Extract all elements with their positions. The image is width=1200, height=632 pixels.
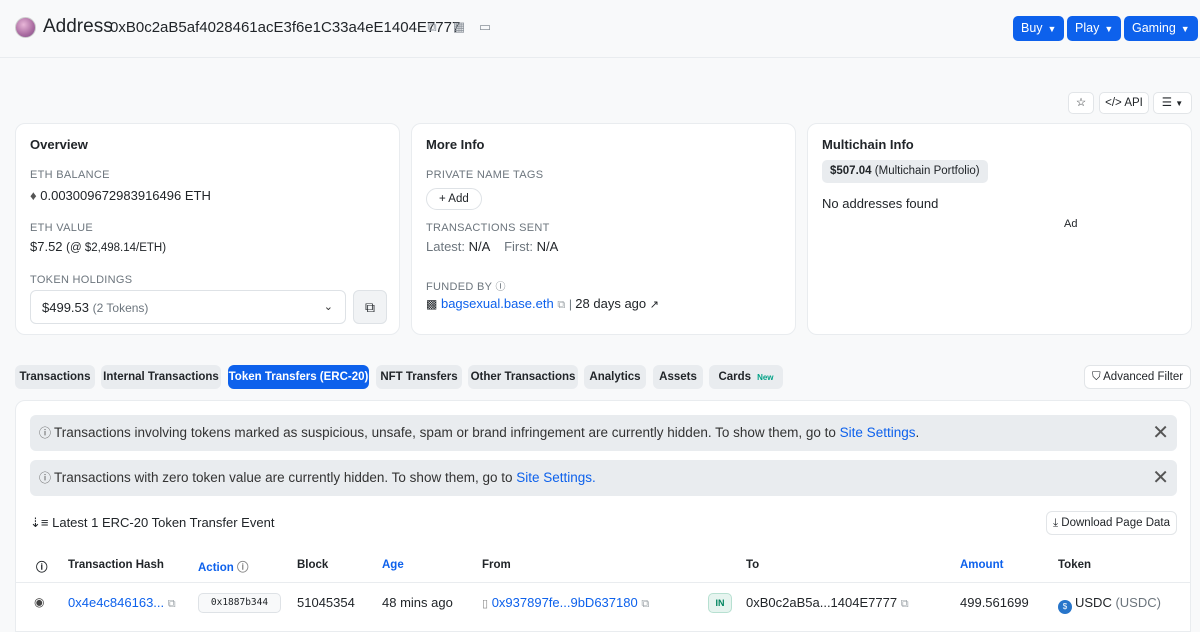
star-button[interactable]: ☆: [1068, 92, 1094, 114]
help-icon: ⓘ: [495, 282, 506, 293]
col-token: Token: [1058, 559, 1092, 571]
eth-balance-label: ETH BALANCE: [30, 169, 110, 181]
copy-icon[interactable]: ⧉: [641, 598, 649, 610]
eth-icon: ♦: [30, 188, 41, 203]
tab-assets[interactable]: Assets: [653, 365, 703, 389]
private-name-tags-label: PRIVATE NAME TAGS: [426, 169, 544, 181]
eth-value: $7.52 (@ $2,498.14/ETH): [30, 239, 167, 254]
site-settings-link[interactable]: Site Settings: [840, 425, 916, 440]
table-row-block[interactable]: 51045354: [297, 595, 355, 610]
list-icon: ☰: [1161, 97, 1173, 109]
col-from: From: [482, 559, 511, 571]
download-icon: ⤓: [1053, 517, 1059, 529]
sort-icon[interactable]: ⇣≡: [30, 515, 48, 530]
contract-icon: ▯: [482, 598, 489, 610]
info-icon: ⓘ: [39, 426, 52, 440]
download-page-data-button[interactable]: ⤓ Download Page Data: [1046, 511, 1177, 535]
overview-card: Overview ETH BALANCE ♦ 0.003009672983916…: [15, 123, 400, 335]
wallet-icon: ⧉: [365, 299, 375, 315]
transactions-sent-values: Latest: N/A First: N/A: [426, 239, 559, 254]
token-transfers-panel: ⓘ Transactions involving tokens marked a…: [15, 400, 1191, 632]
funded-by-label: FUNDED BY ⓘ: [426, 281, 506, 293]
filter-icon: ⛉: [1091, 371, 1101, 383]
token-holdings-label: TOKEN HOLDINGS: [30, 274, 133, 286]
chevron-down-icon: ▼: [1175, 99, 1184, 108]
comment-icon[interactable]: ▭: [477, 19, 493, 35]
multichain-wallet-button[interactable]: ⧉: [353, 290, 387, 324]
tab-analytics[interactable]: Analytics: [584, 365, 646, 389]
external-link-icon: ↗: [649, 299, 659, 311]
multichain-title: Multichain Info: [822, 137, 914, 152]
copy-icon[interactable]: ⧉: [168, 598, 176, 610]
funded-by-value: ▩ bagsexual.base.eth ⧉ | 28 days ago ↗: [426, 296, 659, 311]
notice-zero-value: ⓘ Transactions with zero token value are…: [30, 460, 1177, 496]
table-row-tx-hash: 0x4e4c846163... ⧉: [68, 595, 176, 610]
eye-icon[interactable]: ◉: [34, 595, 44, 609]
page-title: Address: [43, 16, 113, 37]
code-icon: </>: [1105, 97, 1125, 109]
tab-internal-transactions[interactable]: Internal Transactions: [101, 365, 221, 389]
table-row-token[interactable]: $ USDC (USDC): [1058, 595, 1161, 614]
multichain-card: Multichain Info $507.04 (Multichain Port…: [807, 123, 1192, 335]
table-row-from: ▯ 0x937897fe...9bD637180 ⧉: [482, 595, 650, 610]
more-info-title: More Info: [426, 137, 485, 152]
tab-cards[interactable]: Cards New: [709, 365, 783, 389]
direction-badge: IN: [708, 593, 732, 613]
eth-value-label: ETH VALUE: [30, 222, 94, 234]
table-row-amount: 499.561699: [960, 595, 1029, 610]
usdc-icon: $: [1058, 600, 1072, 614]
help-icon[interactable]: ⓘ: [36, 559, 48, 575]
add-name-tag-button[interactable]: + Add: [426, 188, 482, 210]
method-badge: 0x1887b344: [198, 593, 281, 613]
tab-token-transfers[interactable]: Token Transfers (ERC-20): [228, 365, 369, 389]
funded-age-link[interactable]: 28 days ago: [575, 296, 646, 311]
table-row-age: 48 mins ago: [382, 595, 453, 610]
avatar: [15, 17, 36, 38]
tab-transactions[interactable]: Transactions: [15, 365, 95, 389]
tab-other-transactions[interactable]: Other Transactions: [468, 365, 578, 389]
eth-balance-value: ♦ 0.003009672983916496 ETH: [30, 188, 211, 203]
col-amount[interactable]: Amount: [960, 559, 1003, 571]
latest-events-heading: ⇣≡ Latest 1 ERC-20 Token Transfer Event: [30, 515, 275, 530]
page-header: Address 0xB0c2aB5af4028461acE3f6e1C33a4e…: [0, 0, 1200, 58]
buy-button[interactable]: Buy ▼: [1013, 16, 1065, 41]
notice-hidden-spam: ⓘ Transactions involving tokens marked a…: [30, 415, 1177, 451]
more-options-button[interactable]: ☰ ▼: [1153, 92, 1192, 114]
play-button[interactable]: Play ▼: [1067, 16, 1122, 41]
close-icon[interactable]: ✕: [1152, 460, 1169, 496]
token-holdings-dropdown[interactable]: $499.53 (2 Tokens) ⌄: [30, 290, 346, 324]
col-age[interactable]: Age: [382, 559, 404, 571]
no-addresses-text: No addresses found: [822, 196, 939, 211]
funder-avatar-icon: ▩: [426, 297, 438, 311]
more-info-card: More Info PRIVATE NAME TAGS + Add TRANSA…: [411, 123, 796, 335]
funder-link[interactable]: bagsexual.base.eth: [441, 296, 554, 311]
advanced-filter-button[interactable]: ⛉ Advanced Filter: [1084, 365, 1191, 389]
new-badge: New: [757, 373, 774, 382]
transactions-sent-label: TRANSACTIONS SENT: [426, 222, 550, 234]
col-to: To: [746, 559, 760, 571]
close-icon[interactable]: ✕: [1152, 415, 1169, 451]
qr-code-icon[interactable]: ▦: [451, 19, 467, 35]
col-transaction-hash: Transaction Hash: [68, 559, 164, 571]
chevron-down-icon: ⌄: [323, 301, 333, 313]
table-row-to: 0xB0c2aB5a...1404E7777 ⧉: [746, 595, 909, 610]
info-icon: ⓘ: [39, 471, 52, 485]
copy-icon[interactable]: ⧉: [557, 299, 565, 311]
api-button[interactable]: </> API: [1099, 92, 1149, 114]
col-block: Block: [297, 559, 329, 571]
tab-nft-transfers[interactable]: NFT Transfers: [376, 365, 462, 389]
overview-title: Overview: [30, 137, 88, 152]
star-icon: ☆: [1075, 97, 1087, 109]
col-action[interactable]: Action ⓘ: [198, 559, 248, 575]
copy-icon[interactable]: ⧉: [901, 598, 909, 610]
copy-icon[interactable]: ⧉: [424, 19, 440, 35]
address-hash: 0xB0c2aB5af4028461acE3f6e1C33a4eE1404E77…: [110, 19, 461, 36]
ad-label: Ad: [1064, 218, 1078, 230]
gaming-button[interactable]: Gaming ▼: [1124, 16, 1198, 41]
site-settings-link[interactable]: Site Settings.: [516, 470, 596, 485]
multichain-portfolio-pill[interactable]: $507.04 (Multichain Portfolio): [822, 160, 988, 183]
